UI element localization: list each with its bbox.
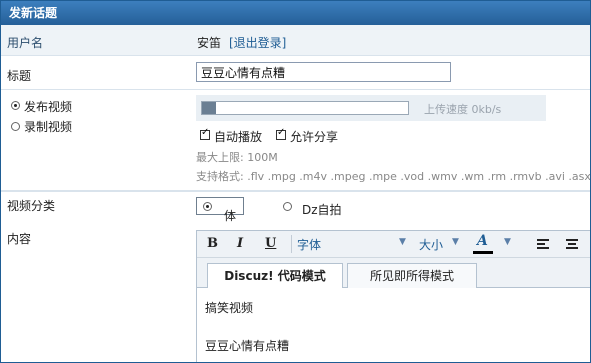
logout-link[interactable]: [退出登录] [229, 34, 286, 51]
username-label: 用户名 [7, 36, 44, 50]
underline-button[interactable]: U [265, 236, 276, 251]
size-dropdown[interactable]: 大小 [419, 236, 443, 253]
editor-text-line[interactable]: 搞笑视频 [205, 299, 253, 316]
dz-selfie-label: Dz自拍 [302, 203, 342, 217]
autoplay-checkbox[interactable] [200, 127, 210, 140]
content-editor: B I U 字体 ▼ 大小 ▼ A ▼ Discuz! 代码模式 所见即所得模式… [196, 230, 590, 362]
username-value: 安笛 [197, 36, 222, 50]
bold-button[interactable]: B [207, 236, 218, 251]
category-option-sport[interactable]: 体育 [196, 197, 244, 240]
align-left-icon[interactable] [537, 239, 549, 249]
editor-mode-tabs: Discuz! 代码模式 所见即所得模式 [197, 258, 590, 288]
username-row: 用户名 安笛 [退出登录] [1, 25, 590, 56]
supported-formats-note: 支持格式: .flv .mpg .m4v .mpeg .mpe .vod .wm… [196, 170, 591, 183]
sport-radio[interactable] [203, 202, 212, 211]
content-label: 内容 [7, 232, 32, 246]
max-size-note: 最大上限: 100M [196, 151, 278, 164]
italic-button[interactable]: I [237, 236, 243, 251]
record-video-label: 录制视频 [24, 120, 73, 134]
toolbar-divider [291, 235, 292, 253]
editor-toolbar: B I U 字体 ▼ 大小 ▼ A ▼ [197, 231, 590, 258]
editor-text-line[interactable]: 豆豆心情有点糟 [205, 337, 289, 354]
window-title-bar: 发新话题 [1, 1, 590, 25]
category-label: 视频分类 [7, 199, 56, 213]
chevron-down-icon[interactable]: ▼ [399, 237, 406, 247]
allow-share-checkbox[interactable] [276, 127, 286, 140]
title-row: 标题 [1, 56, 590, 90]
align-center-icon[interactable] [566, 239, 578, 249]
window-title: 发新话题 [9, 6, 58, 20]
publish-video-label: 发布视频 [24, 100, 73, 114]
dz-selfie-radio[interactable] [283, 202, 292, 211]
upload-progress-fill [202, 102, 217, 114]
title-label: 标题 [7, 69, 32, 83]
upload-progress-bar [201, 101, 409, 115]
title-input[interactable] [196, 62, 451, 82]
font-color-swatch [473, 251, 493, 254]
tab-wysiwyg[interactable]: 所见即所得模式 [347, 263, 477, 288]
publish-video-radio[interactable] [11, 101, 20, 110]
chevron-down-icon[interactable]: ▼ [452, 237, 459, 247]
record-video-radio[interactable] [11, 122, 20, 131]
font-color-button[interactable]: A [477, 233, 488, 249]
upload-speed: 上传速度 0kb/s [424, 103, 502, 116]
upload-panel: 上传速度 0kb/s [196, 95, 546, 121]
post-form-window: 发新话题 用户名 安笛 [退出登录] 标题 发布视频 录制视频 上传速度 0kb… [0, 0, 591, 363]
autoplay-label: 自动播放 [214, 130, 263, 144]
font-dropdown[interactable]: 字体 [297, 236, 321, 253]
chevron-down-icon[interactable]: ▼ [504, 237, 511, 247]
category-row: 视频分类 体育 Dz自拍 [1, 191, 590, 240]
tab-discuz-code[interactable]: Discuz! 代码模式 [207, 263, 343, 288]
allow-share-label: 允许分享 [290, 130, 339, 144]
